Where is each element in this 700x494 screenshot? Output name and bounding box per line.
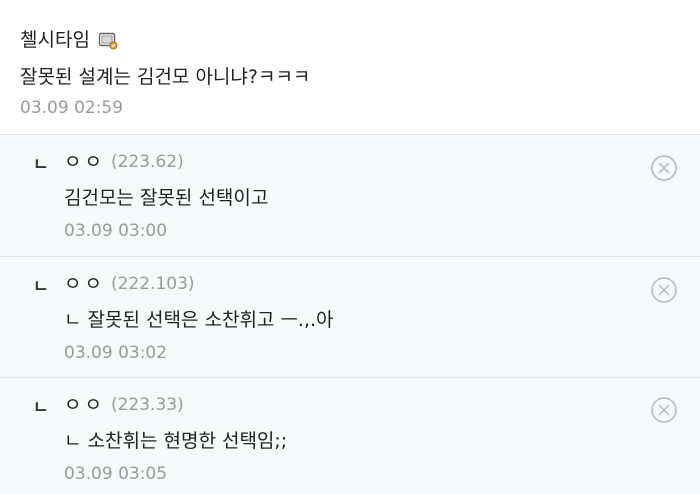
reply-arrow-icon: ㄴ [33,277,49,297]
comment-author[interactable]: 첼시타임 [20,27,90,53]
reply-item: ㄴ ㅇㅇ (223.62) 김건모는 잘못된 선택이고 03.09 03:00 [0,134,700,256]
reply-ip: (223.33) [110,395,184,415]
comment-timestamp: 03.09 02:59 [20,98,124,118]
close-icon[interactable] [650,276,678,304]
reply-item: ㄴ ㅇㅇ (222.103) ㄴ 잘못된 선택은 소찬휘고 ㅡ.,.아 03.0… [0,256,700,377]
reply-body: 김건모는 잘못된 선택이고 [64,187,269,209]
reply-author[interactable]: ㅇㅇ [64,392,105,418]
comment-header: 첼시타임 [20,27,118,53]
member-badge-icon [98,30,118,50]
reply-timestamp: 03.09 03:00 [64,221,168,241]
reply-author[interactable]: ㅇㅇ [64,149,105,175]
reply-item: ㄴ ㅇㅇ (223.33) ㄴ 소찬휘는 현명한 선택임;; 03.09 03:… [0,377,700,494]
comment-body: 잘못된 설계는 김건모 아니냐?ㅋㅋㅋ [20,66,311,88]
reply-arrow-icon: ㄴ [33,398,49,418]
close-icon[interactable] [650,396,678,424]
reply-timestamp: 03.09 03:05 [64,464,168,484]
reply-ip: (223.62) [110,152,184,172]
reply-arrow-icon: ㄴ [33,155,49,175]
reply-author[interactable]: ㅇㅇ [64,271,105,297]
reply-body: ㄴ 소찬휘는 현명한 선택임;; [64,430,288,452]
reply-timestamp: 03.09 03:02 [64,343,168,363]
reply-body: ㄴ 잘못된 선택은 소찬휘고 ㅡ.,.아 [64,309,334,331]
reply-header: ㅇㅇ (223.33) [64,392,184,418]
comment-thread: 첼시타임 잘못된 설계는 김건모 아니냐?ㅋㅋㅋ 03.09 02:59 ㄴ ㅇ… [0,0,700,494]
reply-header: ㅇㅇ (222.103) [64,271,195,297]
reply-ip: (222.103) [110,274,195,294]
close-icon[interactable] [650,154,678,182]
reply-header: ㅇㅇ (223.62) [64,149,184,175]
parent-comment: 첼시타임 잘못된 설계는 김건모 아니냐?ㅋㅋㅋ 03.09 02:59 [0,0,700,134]
